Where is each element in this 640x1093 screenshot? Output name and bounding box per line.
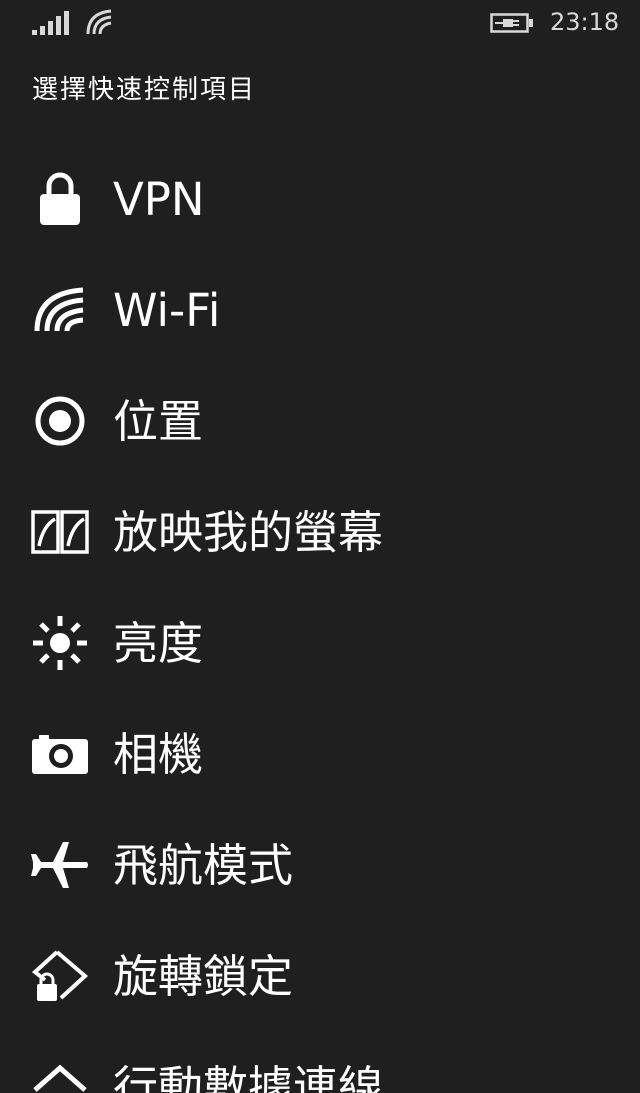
option-label: 相機 <box>113 728 204 781</box>
rotation-lock-icon <box>30 946 90 1006</box>
option-label: 放映我的螢幕 <box>113 506 384 559</box>
option-airplane-mode[interactable]: 飛航模式 <box>0 811 640 922</box>
status-time: 23:18 <box>550 8 620 36</box>
cell-signal-icon <box>32 10 72 40</box>
mobile-data-icon <box>30 1057 90 1093</box>
location-icon <box>30 391 90 451</box>
quick-action-list: VPN Wi-Fi 位置 放映我的螢幕 亮度 相機 飛航模式 旋轉鎖定 行動數據… <box>0 145 640 1093</box>
option-brightness[interactable]: 亮度 <box>0 589 640 700</box>
airplane-icon <box>30 835 90 895</box>
battery-charging-icon <box>490 12 536 38</box>
option-vpn[interactable]: VPN <box>0 145 640 256</box>
page-title: 選擇快速控制項目 <box>32 75 257 105</box>
option-label: Wi-Fi <box>113 284 221 337</box>
option-rotation-lock[interactable]: 旋轉鎖定 <box>0 922 640 1033</box>
option-project-screen[interactable]: 放映我的螢幕 <box>0 478 640 589</box>
option-mobile-data[interactable]: 行動數據連線 <box>0 1033 640 1093</box>
wifi-icon <box>30 280 90 340</box>
wifi-status-icon <box>86 9 114 41</box>
option-label: 行動數據連線 <box>113 1061 384 1093</box>
option-label: 亮度 <box>113 617 204 670</box>
option-location[interactable]: 位置 <box>0 367 640 478</box>
project-screen-icon <box>30 502 90 562</box>
camera-icon <box>30 724 90 784</box>
lock-icon <box>30 169 90 229</box>
status-bar: 23:18 <box>0 0 640 46</box>
option-label: VPN <box>113 173 205 226</box>
option-label: 位置 <box>113 395 204 448</box>
brightness-icon <box>30 613 90 673</box>
option-wifi[interactable]: Wi-Fi <box>0 256 640 367</box>
option-label: 旋轉鎖定 <box>113 950 294 1003</box>
option-camera[interactable]: 相機 <box>0 700 640 811</box>
option-label: 飛航模式 <box>113 839 294 892</box>
